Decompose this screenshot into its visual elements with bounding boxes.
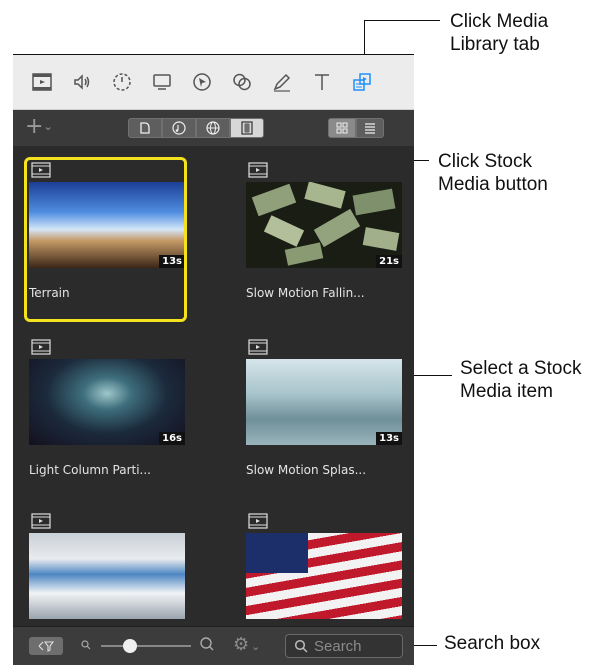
gear-icon: ⚙: [233, 634, 250, 655]
blend-icon[interactable]: [229, 69, 255, 95]
media-item-splash[interactable]: 13s Slow Motion Splas...: [246, 339, 411, 509]
thumbnail-light-column: 16s: [29, 359, 185, 445]
duration-badge: 16s: [159, 432, 185, 445]
settings-button[interactable]: ⚙ ⌄: [233, 635, 260, 657]
text-icon[interactable]: [309, 69, 335, 95]
duration-badge: 13s: [376, 432, 402, 445]
zoom-in-icon[interactable]: [199, 636, 215, 652]
film-icon[interactable]: [29, 69, 55, 95]
media-item-flag[interactable]: [246, 513, 411, 626]
selection-highlight: [24, 157, 187, 322]
zoom-out-icon[interactable]: [80, 639, 92, 651]
callout-line-media-library: [364, 20, 440, 21]
globe-icon: [206, 121, 220, 135]
stock-audio-icon: [140, 122, 150, 134]
thumbnail-splash: 13s: [246, 359, 402, 445]
add-button[interactable]: +⌄: [25, 116, 53, 138]
media-library-panel: +⌄ 13s Terrain 21s Slow Motion Fallin...…: [13, 110, 414, 665]
timer-icon[interactable]: [109, 69, 135, 95]
list-view-button[interactable]: [356, 118, 384, 138]
media-item-title: Light Column Parti...: [29, 463, 151, 477]
media-item-title: Slow Motion Splas...: [246, 463, 367, 477]
callout-media-library-tab: Click Media Library tab: [450, 10, 590, 56]
grid-view-button[interactable]: [328, 118, 356, 138]
callout-stock-line2: Media button: [438, 174, 548, 195]
callout-select-item: Select a Stock Media item: [460, 357, 599, 403]
pen-icon[interactable]: [269, 69, 295, 95]
tool-tab-row: [13, 55, 414, 110]
audio-icon[interactable]: [69, 69, 95, 95]
film-icon: [248, 162, 268, 178]
media-item-clouds[interactable]: [29, 513, 194, 626]
tab-music[interactable]: [162, 118, 196, 138]
bottom-bar: ⚙ ⌄ Search: [13, 626, 414, 665]
filter-icon: [38, 641, 54, 652]
callout-stock-line1: Click Stock: [438, 151, 532, 172]
media-toolbar: +⌄: [13, 110, 414, 146]
callout-media-library-line2: Library tab: [450, 34, 540, 55]
add-label: +: [25, 114, 44, 139]
filter-button[interactable]: [29, 637, 63, 655]
search-icon: [294, 639, 308, 653]
media-item-money[interactable]: 21s Slow Motion Fallin...: [246, 162, 411, 332]
callout-media-library-line1: Click Media: [450, 11, 549, 32]
media-item-title: Slow Motion Fallin...: [246, 286, 365, 300]
callout-stock-media-button: Click Stock Media button: [438, 150, 588, 196]
zoom-slider-thumb[interactable]: [123, 639, 137, 653]
list-view-icon: [365, 123, 375, 134]
film-icon: [248, 513, 268, 529]
duration-badge: 21s: [376, 255, 402, 268]
media-library-icon[interactable]: [349, 69, 375, 95]
tab-stock-media[interactable]: [230, 118, 264, 138]
flag-canton: [246, 533, 308, 573]
callout-search-box: Search box: [444, 633, 541, 654]
stock-media-icon: [241, 121, 253, 135]
grid-view-icon: [336, 122, 348, 134]
tab-globe[interactable]: [196, 118, 230, 138]
film-icon: [31, 513, 51, 529]
monitor-icon[interactable]: [149, 69, 175, 95]
thumbnail-money: 21s: [246, 182, 402, 268]
zoom-slider[interactable]: [101, 639, 191, 653]
chevron-down-icon: ⌄: [43, 120, 53, 133]
thumbnail-flag: [246, 533, 402, 619]
media-item-light-column[interactable]: 16s Light Column Parti...: [29, 339, 194, 509]
search-box[interactable]: Search: [285, 634, 403, 658]
cursor-icon[interactable]: [189, 69, 215, 95]
chevron-down-icon: ⌄: [251, 640, 261, 653]
music-icon: [172, 121, 186, 135]
tab-stock-audio[interactable]: [128, 118, 162, 138]
film-icon: [248, 339, 268, 355]
callout-select-line1: Select a Stock: [460, 358, 582, 379]
film-icon: [31, 339, 51, 355]
thumbnail-clouds: [29, 533, 185, 619]
callout-select-line2: Media item: [460, 381, 553, 402]
search-placeholder: Search: [314, 637, 362, 655]
